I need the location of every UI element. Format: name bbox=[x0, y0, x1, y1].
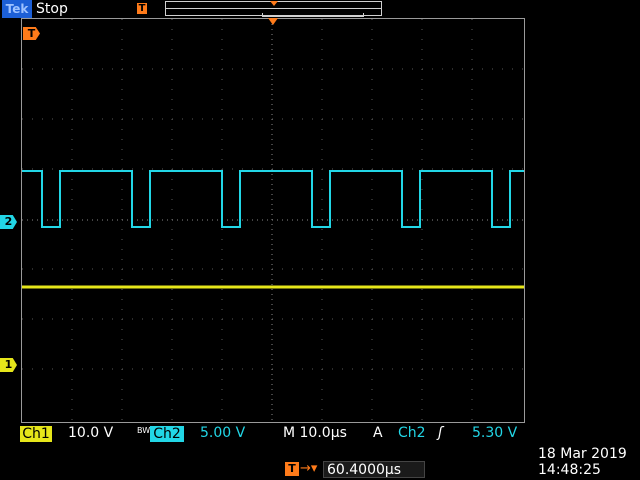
waveform-screen[interactable] bbox=[21, 18, 525, 423]
trigger-position-value: 60.4000µs bbox=[323, 461, 425, 478]
run-state: Stop bbox=[36, 1, 68, 17]
tek-logo: Tek bbox=[2, 0, 32, 18]
time: 14:48:25 bbox=[538, 462, 601, 478]
ch2-ground-marker: 2 bbox=[0, 215, 17, 229]
ch1-label: Ch1 bbox=[20, 426, 52, 442]
trigger-level: 5.30 V bbox=[472, 425, 518, 441]
record-view-bracket bbox=[262, 13, 364, 17]
ch1-ground-marker: 1 bbox=[0, 358, 17, 372]
record-window bbox=[165, 1, 382, 17]
record-center-icon bbox=[270, 1, 278, 6]
ch2-label: Ch2 bbox=[150, 426, 184, 442]
ch1-scale: 10.0 V bbox=[68, 425, 114, 441]
time-scale: M 10.0µs bbox=[283, 425, 347, 441]
trigger-mode: A bbox=[373, 425, 383, 441]
ch2-scale: 5.00 V bbox=[200, 425, 246, 441]
record-line bbox=[166, 8, 381, 9]
trigger-source: Ch2 bbox=[398, 425, 426, 441]
trigger-time-marker bbox=[268, 18, 278, 25]
bandwidth-limit-icon: BW bbox=[137, 426, 151, 435]
arrow-right-icon: →▾ bbox=[300, 461, 318, 476]
graticule bbox=[22, 19, 524, 422]
ch2-waveform bbox=[22, 170, 524, 228]
trigger-position-marker: T bbox=[137, 3, 147, 14]
trigger-position-icon: T bbox=[285, 462, 299, 476]
date: 18 Mar 2019 bbox=[538, 446, 627, 462]
rising-edge-icon: ʃ bbox=[438, 425, 443, 441]
